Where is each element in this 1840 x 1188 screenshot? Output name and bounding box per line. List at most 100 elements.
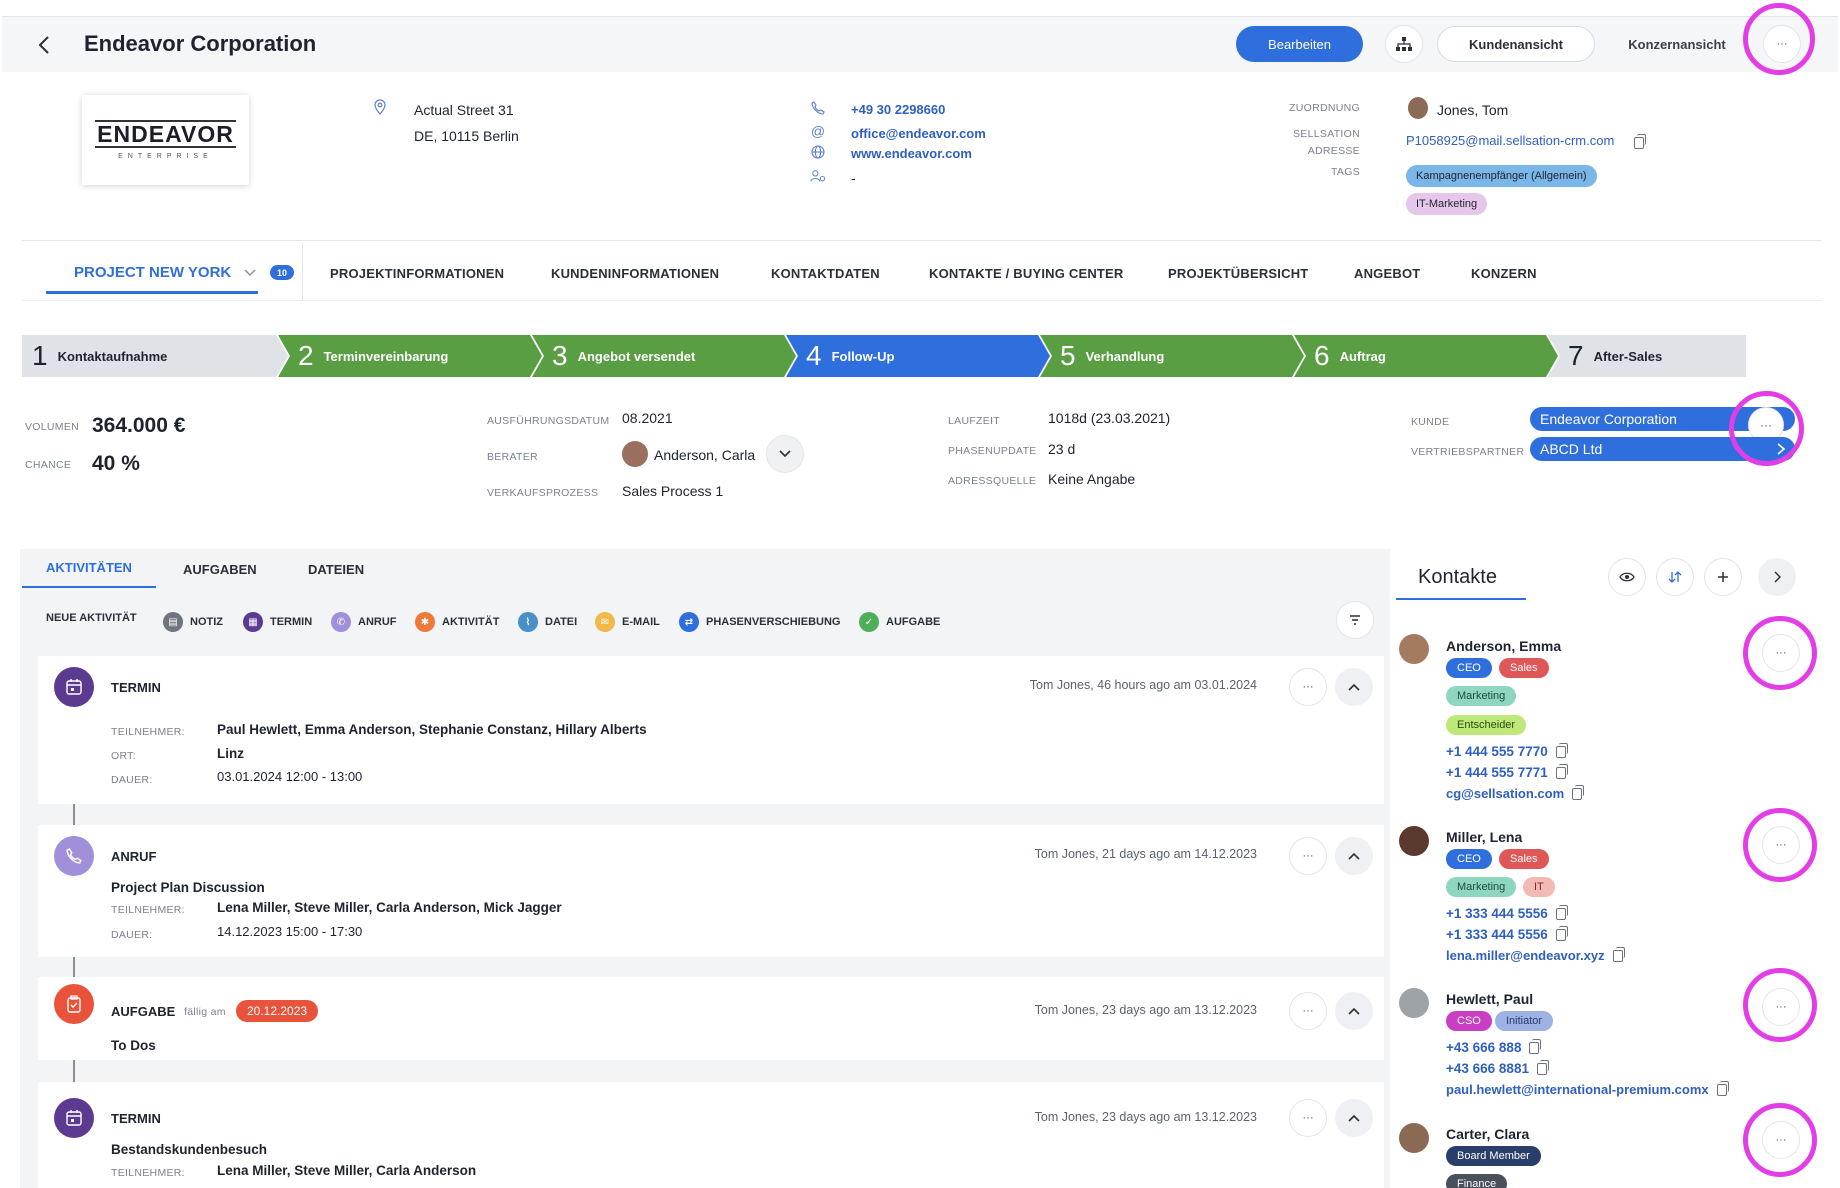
- back-button[interactable]: [30, 31, 58, 59]
- eye-icon: [1619, 572, 1635, 582]
- tab-tasks[interactable]: AUFGABEN: [183, 562, 257, 577]
- contact-more-button[interactable]: ···: [1762, 988, 1800, 1026]
- contact-email[interactable]: cg@sellsation.com: [1446, 784, 1585, 801]
- company-phone-link[interactable]: +49 30 2298660: [851, 102, 945, 117]
- contact-more-button[interactable]: ···: [1762, 1121, 1800, 1159]
- tab-angebot[interactable]: ANGEBOT: [1354, 266, 1420, 281]
- tab-projektuebersicht[interactable]: PROJEKTÜBERSICHT: [1168, 266, 1308, 281]
- calendar-icon: [54, 1098, 94, 1138]
- activity-meta: Tom Jones, 46 hours ago am 03.01.2024: [1029, 678, 1257, 692]
- filter-email[interactable]: ✉ E-MAIL: [595, 612, 660, 632]
- exec-date-label: AUSFÜHRUNGSDATUM: [487, 415, 610, 427]
- tab-activities[interactable]: AKTIVITÄTEN: [46, 560, 132, 575]
- assignment-label: ZUORDNUNG: [1289, 102, 1360, 114]
- company-website-link[interactable]: www.endeavor.com: [851, 146, 972, 161]
- activity-more-button[interactable]: ···: [1289, 1099, 1327, 1137]
- customer-label: KUNDE: [1411, 416, 1450, 428]
- address-source-value: Keine Angabe: [1048, 471, 1136, 487]
- filter-file[interactable]: ⌇ DATEI: [518, 612, 577, 632]
- filter-button[interactable]: [1336, 601, 1374, 639]
- sellsation-email-link[interactable]: P1058925@mail.sellsation-crm.com: [1406, 133, 1614, 148]
- chevron-up-icon: [1348, 852, 1360, 860]
- collapse-button[interactable]: [1335, 1099, 1373, 1137]
- activity-more-button[interactable]: ···: [1289, 668, 1327, 706]
- contact-name[interactable]: Hewlett, Paul: [1446, 991, 1533, 1007]
- edit-button[interactable]: Bearbeiten: [1236, 26, 1363, 62]
- pipeline-stage-1[interactable]: 1 Kontaktaufnahme: [22, 335, 276, 377]
- duration-value: 03.01.2024 12:00 - 13:00: [217, 769, 363, 784]
- tag-campaign: Kampagnenempfänger (Allgemein): [1406, 165, 1597, 187]
- filter-appointment[interactable]: ▦ TERMIN: [243, 612, 312, 632]
- contact-phone[interactable]: +1 444 555 7771: [1446, 763, 1568, 780]
- contact-more-button[interactable]: ···: [1762, 826, 1800, 864]
- more-options-button[interactable]: ···: [1763, 25, 1801, 63]
- contact-email[interactable]: paul.hewlett@international-premium.comx: [1446, 1080, 1729, 1097]
- org-chart-button[interactable]: [1385, 25, 1423, 63]
- calendar-icon: [54, 667, 94, 707]
- contact-more-button[interactable]: ···: [1762, 634, 1800, 672]
- view-toggle-button[interactable]: [1608, 558, 1646, 596]
- top-bar: Endeavor Corporation Bearbeiten Kundenan…: [2, 16, 1838, 72]
- more-icon: ···: [1760, 418, 1772, 432]
- pipeline-stage-2[interactable]: 2 Terminvereinbarung: [278, 335, 532, 377]
- tab-kontakte-buying-center[interactable]: KONTAKTE / BUYING CENTER: [929, 266, 1124, 281]
- avatar: [1399, 988, 1429, 1018]
- tab-kundeninformationen[interactable]: KUNDENINFORMATIONEN: [551, 266, 719, 281]
- tab-kontaktdaten[interactable]: KONTAKTDATEN: [771, 266, 880, 281]
- pipeline-stage-6[interactable]: 6 Auftrag: [1294, 335, 1548, 377]
- pipeline-stage-7[interactable]: 7 After-Sales: [1548, 335, 1746, 377]
- filter-note[interactable]: ▤ NOTIZ: [163, 612, 223, 632]
- add-contact-button[interactable]: [1704, 558, 1742, 596]
- contact-email[interactable]: lena.miller@endeavor.xyz: [1446, 946, 1625, 963]
- avatar: [1408, 97, 1428, 119]
- activity-type: AUFGABE: [111, 1004, 176, 1019]
- phase-update-label: PHASENUPDATE: [948, 445, 1037, 457]
- pipeline-stage-3[interactable]: 3 Angebot versendet: [532, 335, 786, 377]
- filter-task[interactable]: ✓ AUFGABE: [859, 612, 940, 632]
- filter-call[interactable]: ✆ ANRUF: [331, 612, 397, 632]
- copy-icon[interactable]: [1634, 134, 1646, 149]
- tab-projektinformationen[interactable]: PROJEKTINFORMATIONEN: [330, 266, 504, 281]
- partner-link[interactable]: ABCD Ltd: [1530, 437, 1795, 461]
- pipeline-stage-5[interactable]: 5 Verhandlung: [1040, 335, 1294, 377]
- contact-phone[interactable]: +1 333 444 5556: [1446, 904, 1568, 921]
- tab-files[interactable]: DATEIEN: [308, 562, 364, 577]
- field-label: DAUER:: [111, 929, 153, 941]
- contact-tag: Board Member: [1446, 1146, 1541, 1166]
- tab-project-new-york[interactable]: PROJECT NEW YORK 10: [46, 252, 294, 294]
- partner-label: VERTRIEBSPARTNER: [1411, 446, 1525, 458]
- activity-meta: Tom Jones, 23 days ago am 13.12.2023: [1034, 1110, 1257, 1124]
- tags-label: TAGS: [1330, 166, 1360, 178]
- sort-button[interactable]: [1656, 558, 1694, 596]
- filter-activity[interactable]: ✱ AKTIVITÄT: [415, 612, 499, 632]
- pipeline-stage-4[interactable]: 4 Follow-Up: [786, 335, 1040, 377]
- contact-name[interactable]: Carter, Clara: [1446, 1126, 1529, 1142]
- activity-more-button[interactable]: ···: [1289, 992, 1327, 1030]
- group-view-toggle[interactable]: Konzernansicht: [1602, 26, 1752, 62]
- contact-phone[interactable]: +43 666 888: [1446, 1038, 1542, 1055]
- contact-name[interactable]: Anderson, Emma: [1446, 638, 1561, 654]
- activity-more-button[interactable]: ···: [1289, 837, 1327, 875]
- plus-icon: [1718, 572, 1728, 582]
- contact-phone[interactable]: +1 444 555 7770: [1446, 742, 1568, 759]
- activity-meta: Tom Jones, 23 days ago am 13.12.2023: [1034, 1003, 1257, 1017]
- chevron-up-icon: [1348, 1007, 1360, 1015]
- customer-view-toggle[interactable]: Kundenansicht: [1437, 26, 1595, 62]
- street-address: Actual Street 31: [414, 102, 514, 118]
- contact-phone[interactable]: +43 666 8881: [1446, 1059, 1549, 1076]
- phone-icon: ✆: [331, 612, 351, 632]
- collapse-button[interactable]: [1335, 668, 1373, 706]
- contact-name[interactable]: Miller, Lena: [1446, 829, 1522, 845]
- advisor-dropdown-button[interactable]: [766, 435, 804, 473]
- sales-process-label: VERKAUFSPROZESS: [487, 487, 599, 499]
- collapse-button[interactable]: [1335, 837, 1373, 875]
- contact-phone[interactable]: +1 333 444 5556: [1446, 925, 1568, 942]
- expand-contacts-button[interactable]: [1758, 558, 1796, 596]
- contact-tag: Initiator: [1495, 1011, 1554, 1031]
- tab-konzern[interactable]: KONZERN: [1471, 266, 1537, 281]
- company-email-link[interactable]: office@endeavor.com: [851, 126, 986, 141]
- filter-phase-shift[interactable]: ⇄ PHASENVERSCHIEBUNG: [679, 612, 840, 632]
- copy-icon: [1555, 763, 1568, 779]
- collapse-button[interactable]: [1335, 992, 1373, 1030]
- contact-tag: CSO: [1446, 1011, 1492, 1031]
